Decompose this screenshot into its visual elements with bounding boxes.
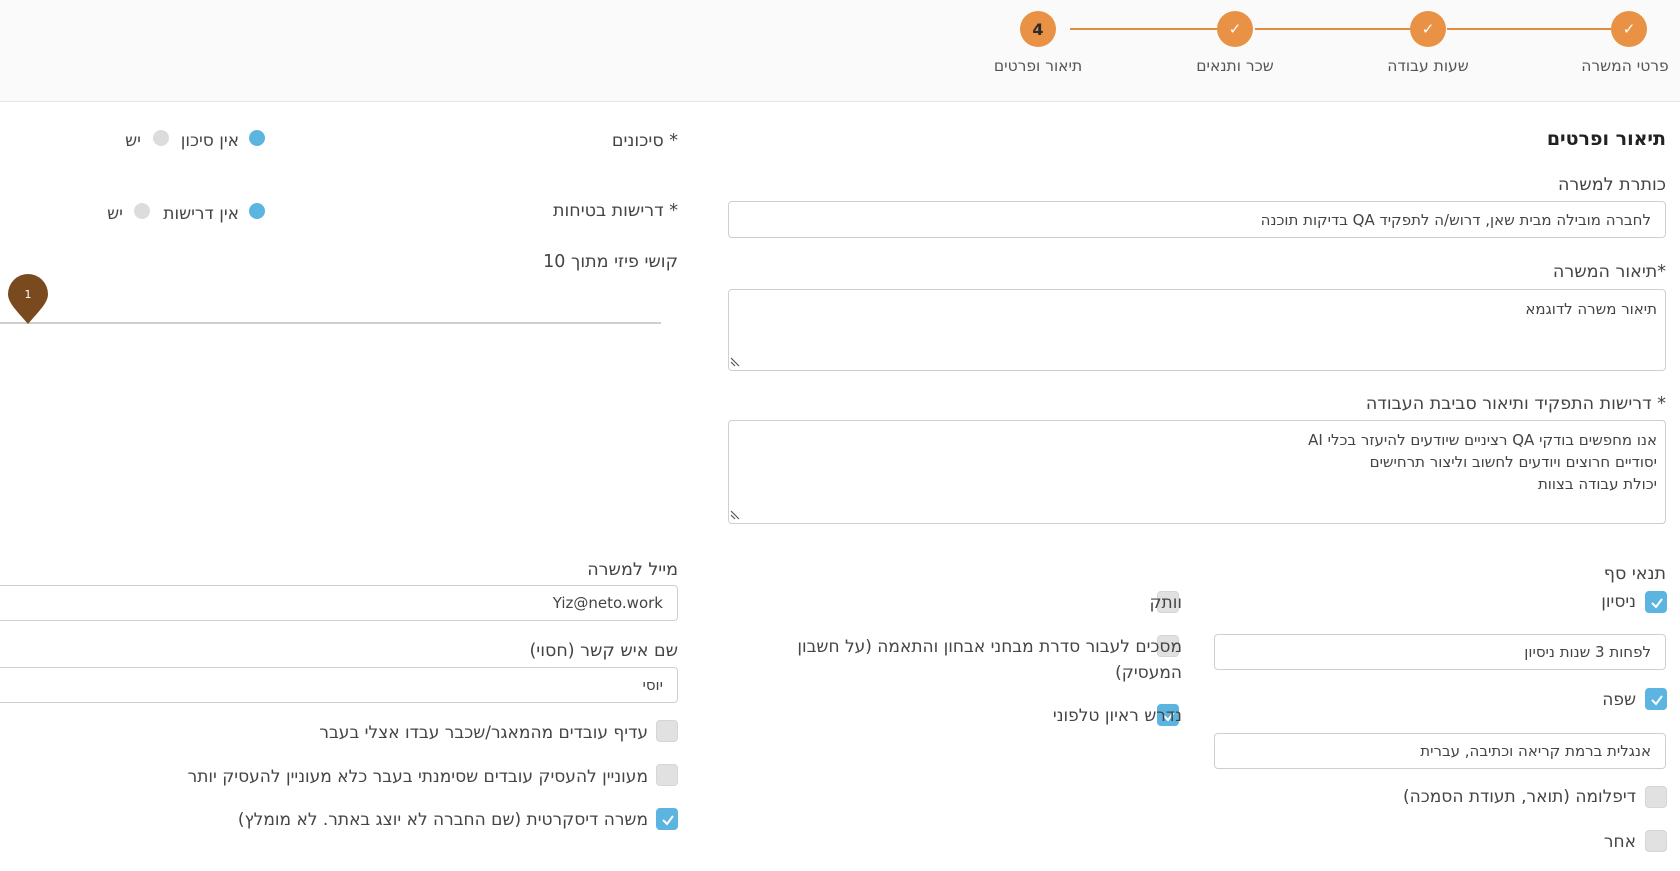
experience-checkbox[interactable]: [1645, 591, 1667, 613]
requirements-label: * דרישות התפקיד ותיאור סביבת העבודה: [1365, 394, 1666, 414]
resize-handle-icon[interactable]: [730, 357, 740, 367]
language-checkbox[interactable]: [1645, 688, 1667, 710]
other-label: אחר: [1603, 832, 1636, 852]
language-input[interactable]: [1214, 733, 1666, 769]
step-connector: [1070, 28, 1218, 30]
no-rehire-label: מעוניין להעסיק עובדים שסימנתי בעבר כלא מ…: [187, 767, 648, 787]
slider-thumb[interactable]: 1: [7, 273, 49, 325]
checkmark-icon: [1651, 695, 1663, 706]
safety-yes-label: יש: [107, 204, 123, 224]
tests-label-line2: המעסיק): [1115, 663, 1182, 683]
job-description-textarea[interactable]: תיאור משרה לדוגמא: [728, 289, 1666, 371]
language-label: שפה: [1602, 690, 1636, 710]
checkmark-icon: ✓: [1622, 20, 1636, 38]
resize-handle-icon[interactable]: [730, 510, 740, 520]
step-2-circle[interactable]: ✓: [1410, 11, 1446, 47]
seniority-label: וותק: [1149, 593, 1183, 613]
risks-yes-label: יש: [125, 131, 141, 151]
discreet-checkbox[interactable]: [656, 808, 678, 830]
step-1-label[interactable]: פרטי המשרה: [1581, 57, 1668, 75]
contact-label: שם איש קשר (חסוי): [529, 641, 678, 661]
step-number: 4: [1032, 19, 1044, 39]
email-label: מייל למשרה: [587, 560, 678, 580]
step-1-circle[interactable]: ✓: [1611, 11, 1647, 47]
safety-none-radio[interactable]: [249, 203, 265, 219]
email-input[interactable]: [0, 585, 678, 621]
step-connector: [1447, 28, 1611, 30]
safety-label: * דרישות בטיחות: [553, 201, 678, 221]
job-description-label: *תיאור המשרה: [1552, 262, 1666, 282]
diploma-label: דיפלומה (תואר, תעודת הסמכה): [1403, 787, 1636, 807]
step-4-label[interactable]: תיאור ופרטים: [994, 57, 1082, 75]
risks-none-label: אין סיכון: [180, 131, 239, 151]
risks-label: * סיכונים: [611, 131, 678, 151]
checkmark-icon: [1651, 598, 1663, 609]
job-title-label: כותרת למשרה: [1557, 175, 1666, 195]
experience-label: ניסיון: [1601, 592, 1636, 612]
risks-yes-radio[interactable]: [153, 130, 169, 146]
contact-input[interactable]: [0, 667, 678, 703]
discreet-label: משרה דיסקרטית (שם החברה לא יוצג באתר. לא…: [237, 810, 648, 830]
safety-none-label: אין דרישות: [163, 204, 239, 224]
prefer-pool-label: עדיף עובדים מהמאגר/שכבר עבדו אצלי בעבר: [319, 723, 648, 743]
phone-interview-label: נדרש ראיון טלפוני: [1052, 706, 1182, 726]
checkmark-icon: ✓: [1228, 20, 1242, 38]
slider-value: 1: [25, 288, 32, 301]
checkmark-icon: [662, 815, 674, 826]
prefer-pool-checkbox[interactable]: [656, 720, 678, 742]
safety-yes-radio[interactable]: [134, 203, 150, 219]
step-4-circle[interactable]: 4: [1020, 11, 1056, 47]
other-checkbox[interactable]: [1645, 830, 1667, 852]
threshold-label: תנאי סף: [1603, 564, 1666, 584]
step-2-label[interactable]: שעות עבודה: [1387, 57, 1469, 75]
no-rehire-checkbox[interactable]: [656, 764, 678, 786]
step-3-circle[interactable]: ✓: [1217, 11, 1253, 47]
checkmark-icon: ✓: [1421, 20, 1435, 38]
progress-stepper: ✓ ✓ ✓ 4 פרטי המשרה שעות עבודה שכר ותנאים…: [0, 0, 1680, 102]
experience-input[interactable]: [1214, 634, 1666, 670]
risks-none-radio[interactable]: [249, 130, 265, 146]
step-connector: [1255, 28, 1410, 30]
physical-slider-track[interactable]: [0, 322, 661, 324]
physical-label: קושי פיזי מתוך 10: [543, 252, 678, 272]
job-title-input[interactable]: [728, 201, 1666, 238]
diploma-checkbox[interactable]: [1645, 786, 1667, 808]
section-title: תיאור ופרטים: [1546, 128, 1666, 150]
step-3-label[interactable]: שכר ותנאים: [1196, 57, 1274, 75]
tests-label-line1: מסכים לעבור סדרת מבחני אבחון והתאמה (על …: [797, 637, 1182, 657]
requirements-textarea[interactable]: אנו מחפשים בודקי QA רציניים שיודעים להיע…: [728, 420, 1666, 524]
